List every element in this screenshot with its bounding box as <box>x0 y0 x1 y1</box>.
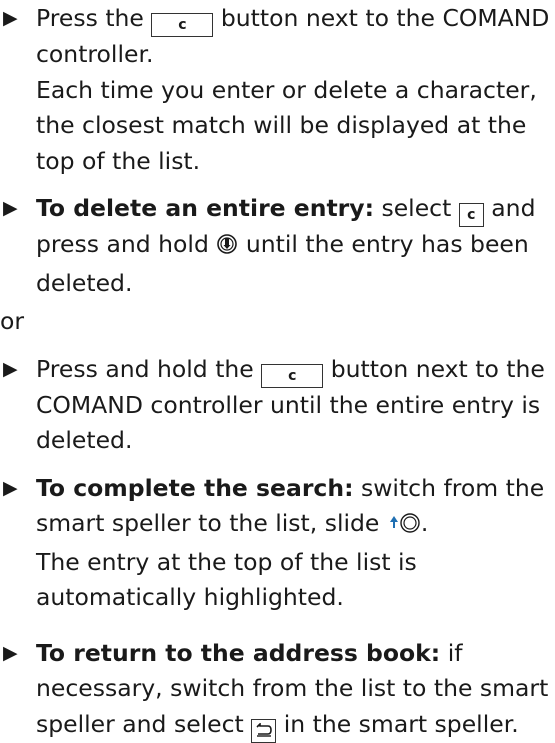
bullet-icon: ▶ <box>3 641 18 664</box>
bullet-icon: ▶ <box>3 476 18 499</box>
press-controller-icon <box>216 230 238 266</box>
c-key-icon: c <box>261 363 324 388</box>
step-press-c: ▶ Press the c button next to the COMAND … <box>0 1 555 179</box>
instruction-page: ▶ Press the c button next to the COMAND … <box>0 0 555 743</box>
step-heading: To delete an entire entry: <box>36 194 374 222</box>
c-key-icon: c <box>458 203 484 227</box>
step-return-address-book: ▶ To return to the address book: if nece… <box>0 636 555 743</box>
step-text-prefix: Press and hold the <box>36 354 254 383</box>
step-note: Each time you enter or delete a characte… <box>36 75 537 175</box>
step-text-b: in the smart speller. <box>283 709 519 738</box>
step-heading: To complete the search: <box>36 473 354 502</box>
step-heading: To return to the address book: <box>36 638 441 667</box>
bullet-icon: ▶ <box>3 7 18 29</box>
step-text-a: select <box>381 194 452 222</box>
step-complete-search: ▶ To complete the search: switch from th… <box>0 471 555 616</box>
slide-up-controller-icon <box>387 509 421 545</box>
bullet-icon: ▶ <box>3 197 18 219</box>
step-text-prefix: Press the <box>36 4 144 32</box>
step-note: The entry at the top of the list is auto… <box>36 547 417 612</box>
step-press-hold-c: ▶ Press and hold the c button next to th… <box>0 352 555 459</box>
back-key-icon <box>251 718 277 743</box>
bullet-icon: ▶ <box>3 357 18 380</box>
step-delete-entry: ▶ To delete an entire entry: select c an… <box>0 191 555 301</box>
or-separator: or <box>0 307 25 335</box>
period: . <box>420 509 429 537</box>
c-key-icon: c <box>151 13 214 37</box>
